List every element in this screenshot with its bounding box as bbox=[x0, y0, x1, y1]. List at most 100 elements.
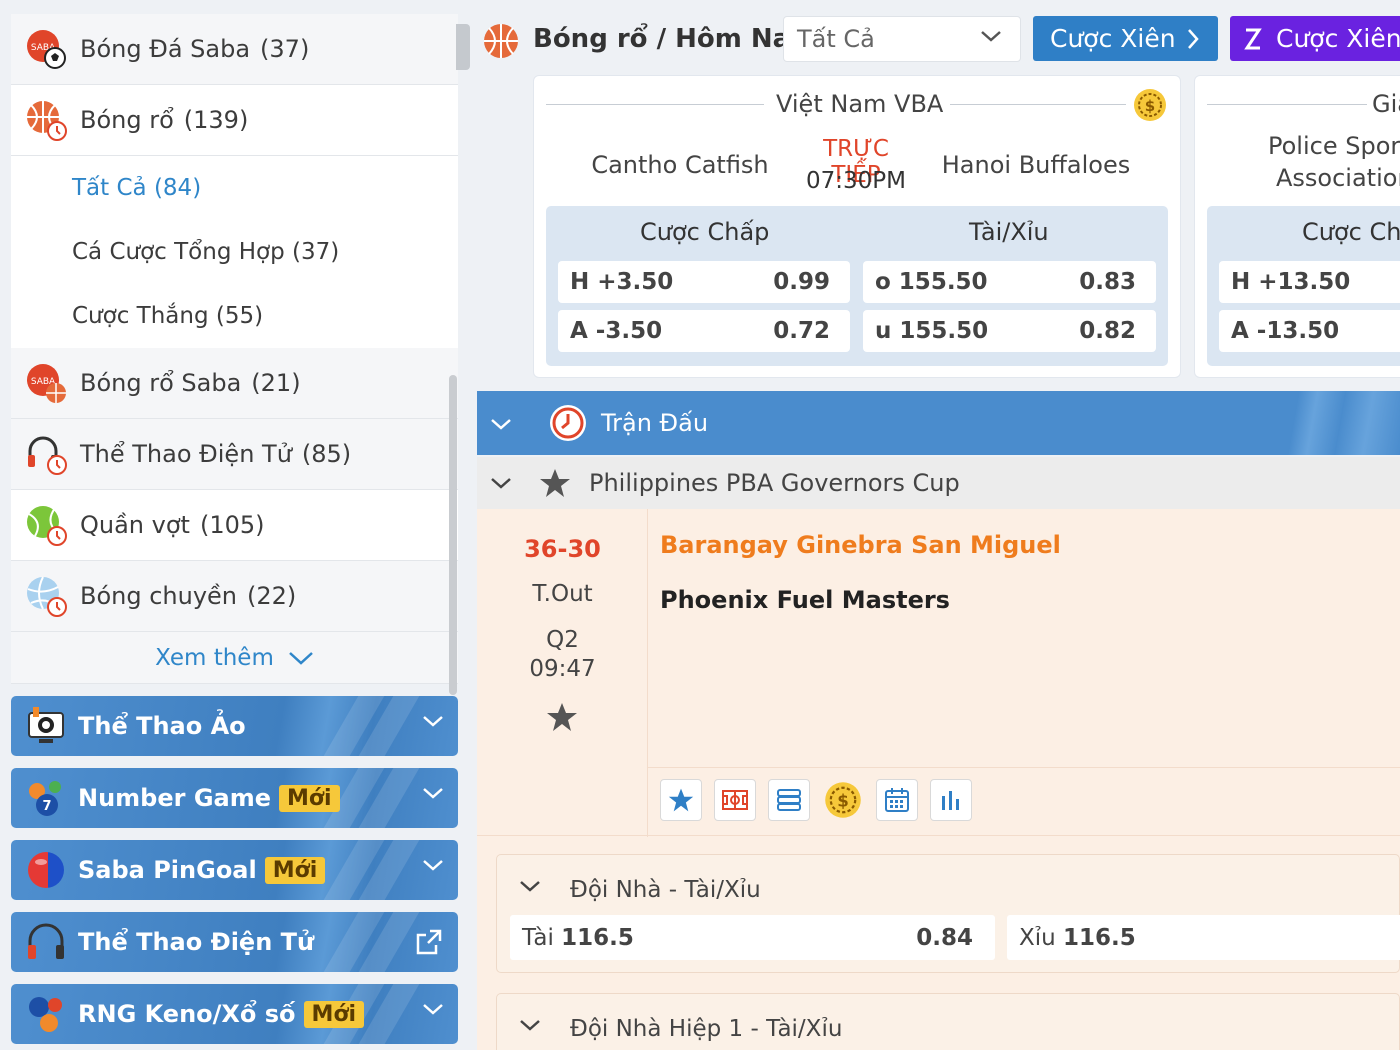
sidebar-sub-all[interactable]: Tất Cả (84) bbox=[11, 156, 458, 220]
section-title: Trận Đấu bbox=[601, 409, 709, 437]
favorite-star-icon[interactable] bbox=[539, 467, 571, 499]
virtual-sports-icon bbox=[28, 707, 64, 743]
star-icon bbox=[668, 788, 694, 812]
match-action-icons: $ bbox=[660, 779, 972, 821]
handicap-header: Cược Ch bbox=[1302, 218, 1400, 246]
chevron-down-icon[interactable] bbox=[519, 879, 541, 893]
basketball-icon bbox=[484, 24, 518, 58]
sidebar-item-saba-soccer[interactable]: SABA Bóng Đá Saba (37) bbox=[11, 14, 458, 85]
match-card[interactable]: Việt Nam VBA $ Cantho Catfish TRỰC TIẾP … bbox=[533, 75, 1181, 378]
volleyball-live-icon bbox=[27, 576, 67, 617]
chevron-down-icon bbox=[423, 788, 443, 799]
match-period: Q2 bbox=[546, 627, 579, 653]
odds-cell-home-handicap[interactable]: H +3.50 0.99 bbox=[558, 261, 850, 303]
svg-text:$: $ bbox=[837, 792, 849, 811]
cashout-coin-icon: $ bbox=[825, 782, 861, 818]
filter-select[interactable]: Tất Cả bbox=[783, 16, 1021, 62]
markets-button[interactable] bbox=[768, 779, 810, 821]
new-badge: Mới bbox=[264, 856, 326, 884]
sub-count: (55) bbox=[215, 303, 264, 329]
league-name: Gia bbox=[1372, 90, 1400, 118]
basketball-live-icon bbox=[27, 101, 67, 141]
odds-cell-over[interactable]: Tài 116.5 0.84 bbox=[510, 915, 995, 960]
match-card[interactable]: Gia Police Sport Association Cược Ch H +… bbox=[1194, 75, 1400, 378]
odds-cell-over[interactable]: o 155.50 0.83 bbox=[863, 261, 1156, 303]
odds-cell-away-handicap[interactable]: A -3.50 0.72 bbox=[558, 310, 850, 352]
filter-value: Tất Cả bbox=[797, 25, 875, 53]
matches-section-bar[interactable]: Trận Đấu bbox=[477, 391, 1400, 455]
section-rng-keno[interactable]: RNG Keno/Xổ số Mới bbox=[11, 984, 458, 1044]
sidebar-item-tennis[interactable]: Quần vợt (105) bbox=[11, 490, 458, 561]
cashout-button[interactable]: $ bbox=[822, 779, 864, 821]
odds-cell-under[interactable]: Xỉu 116.5 bbox=[1007, 915, 1400, 960]
chevron-down-icon[interactable] bbox=[519, 1018, 541, 1032]
parlay-button-alt[interactable]: Cược Xiên bbox=[1230, 16, 1400, 61]
sub-count: (37) bbox=[292, 239, 340, 265]
odds-line: A -13.50 bbox=[1231, 318, 1340, 344]
stats-button[interactable] bbox=[930, 779, 972, 821]
chevron-down-icon bbox=[491, 478, 511, 489]
sidebar-scrollbar[interactable] bbox=[449, 375, 457, 695]
odds-label: Xỉu bbox=[1019, 924, 1056, 951]
chevron-down-icon bbox=[981, 31, 1001, 42]
odds-line: A -3.50 bbox=[570, 318, 663, 344]
chevron-down-icon bbox=[423, 716, 443, 727]
sidebar-item-basketball[interactable]: Bóng rổ (139) bbox=[11, 85, 458, 156]
odds-cell-home-handicap[interactable]: H +13.50 bbox=[1219, 261, 1400, 303]
saba-soccer-icon: SABA bbox=[27, 30, 66, 69]
home-team-line2: Association bbox=[1276, 164, 1400, 192]
sub-label: Tất Cả bbox=[72, 175, 147, 201]
odds-value: 0.83 bbox=[1079, 269, 1136, 295]
saba-basketball-icon: SABA bbox=[27, 364, 66, 403]
league-title: Philippines PBA Governors Cup bbox=[589, 469, 960, 497]
score: 36-30 bbox=[524, 535, 601, 563]
sidebar-item-count: (139) bbox=[183, 106, 249, 134]
chevron-down-icon bbox=[491, 419, 511, 430]
sidebar-item-label: Bóng rổ bbox=[80, 106, 174, 134]
away-team: Hanoi Buffaloes bbox=[941, 151, 1131, 179]
sidebar-item-saba-basketball[interactable]: SABA Bóng rổ Saba (21) bbox=[11, 348, 458, 419]
new-badge: Mới bbox=[279, 784, 340, 812]
sidebar-item-count: (85) bbox=[301, 440, 352, 468]
league-row[interactable]: Philippines PBA Governors Cup bbox=[477, 457, 1400, 509]
market-panel: Đội Nhà - Tài/Xỉu Tài 116.5 0.84 Xỉu 116… bbox=[496, 854, 1400, 973]
new-badge: Mới bbox=[303, 1000, 365, 1028]
chevron-down-icon bbox=[289, 651, 313, 665]
odds-cell-under[interactable]: u 155.50 0.82 bbox=[863, 310, 1156, 352]
section-virtual-sports[interactable]: Thể Thao Ảo bbox=[11, 696, 458, 756]
odds-line: o 155.50 bbox=[875, 269, 988, 295]
match-time: 07:30PM bbox=[806, 168, 906, 194]
parlay-button[interactable]: Cược Xiên bbox=[1033, 16, 1218, 61]
favorite-star-icon[interactable] bbox=[546, 701, 578, 733]
away-team[interactable]: Phoenix Fuel Masters bbox=[660, 586, 950, 614]
odds-panel: Cược Chấp Tài/Xỉu H +3.50 0.99 A -3.50 0.7… bbox=[546, 206, 1168, 366]
external-link-icon bbox=[416, 929, 442, 955]
schedule-button[interactable] bbox=[876, 779, 918, 821]
bar-chart-icon bbox=[942, 791, 959, 810]
collapse-sidebar-handle[interactable] bbox=[456, 24, 470, 70]
sidebar-sub-winner[interactable]: Cược Thắng (55) bbox=[11, 284, 458, 348]
home-team-line1: Police Sport bbox=[1268, 132, 1400, 160]
calendar-icon bbox=[885, 788, 909, 812]
sidebar-item-label: Bóng chuyền bbox=[80, 582, 238, 610]
app-root: SABA Bóng Đá Saba (37) Bóng rổ (139) Tất C… bbox=[0, 0, 1400, 1050]
section-label: RNG Keno/Xổ số bbox=[78, 1000, 296, 1028]
odds-cell-away-handicap[interactable]: A -13.50 bbox=[1219, 310, 1400, 352]
section-number-game[interactable]: 7 Number Game Mới bbox=[11, 768, 458, 828]
number-game-icon: 7 bbox=[29, 781, 61, 816]
show-more-button[interactable]: Xem thêm bbox=[11, 632, 458, 684]
sidebar-item-count: (22) bbox=[247, 582, 297, 610]
parlay-z-icon bbox=[1244, 28, 1262, 50]
sidebar-item-esports[interactable]: Thể Thao Điện Tử (85) bbox=[11, 419, 458, 490]
sidebar-sub-combined[interactable]: Cá Cược Tổng Hợp (37) bbox=[11, 220, 458, 284]
favorite-button[interactable] bbox=[660, 779, 702, 821]
section-esports-external[interactable]: Thể Thao Điện Tử bbox=[11, 912, 458, 972]
home-team[interactable]: Barangay Ginebra San Miguel bbox=[660, 531, 1061, 559]
sidebar-item-volleyball[interactable]: Bóng chuyền (22) bbox=[11, 561, 458, 632]
sidebar-item-count: (21) bbox=[251, 369, 301, 397]
odds-panel: Cược Ch H +13.50 A -13.50 bbox=[1207, 206, 1400, 366]
section-saba-pingoal[interactable]: Saba PinGoal Mới bbox=[11, 840, 458, 900]
keno-icon bbox=[29, 997, 62, 1032]
home-team: Cantho Catfish bbox=[591, 151, 769, 179]
field-view-button[interactable] bbox=[714, 779, 756, 821]
